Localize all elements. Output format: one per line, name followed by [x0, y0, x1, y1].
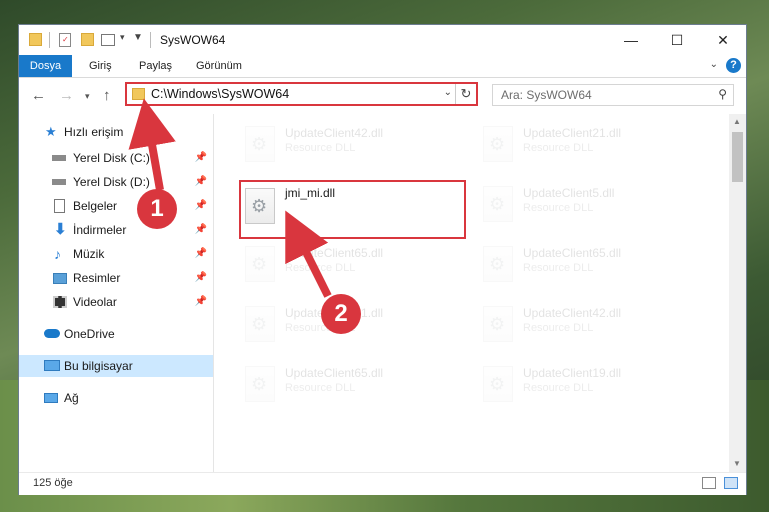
search-placeholder: Ara: SysWOW64: [501, 88, 592, 102]
pin-icon[interactable]: 📌: [195, 171, 207, 193]
dll-file-icon: [245, 246, 275, 282]
customize-quick-access-icon[interactable]: ▾: [120, 32, 125, 48]
pin-icon[interactable]: 📌: [195, 147, 207, 169]
tab-view[interactable]: Görünüm: [196, 55, 242, 77]
details-view-icon[interactable]: [702, 477, 716, 489]
close-button[interactable]: ✕: [700, 25, 746, 55]
sidebar-item-music[interactable]: ♪ Müzik 📌: [19, 243, 213, 265]
list-item[interactable]: UpdateClient19.dll Resource DLL: [477, 358, 707, 408]
dll-file-icon: [245, 126, 275, 162]
download-icon: ⬇: [54, 221, 67, 238]
properties-icon[interactable]: ✓: [59, 33, 71, 47]
sidebar-item-videos[interactable]: Videolar 📌: [19, 291, 213, 313]
step-badge-1: 1: [137, 189, 177, 229]
maximize-button[interactable]: ☐: [654, 25, 700, 55]
scroll-up-icon[interactable]: ▲: [733, 117, 741, 126]
list-item[interactable]: UpdateClient65.dll Resource DLL: [239, 358, 469, 408]
computer-icon: [44, 360, 60, 371]
drive-icon: [52, 179, 66, 185]
up-arrow-icon[interactable]: ↑: [103, 87, 111, 104]
dll-file-icon: [483, 366, 513, 402]
list-item[interactable]: UpdateClient5.dll Resource DLL: [477, 178, 707, 228]
expand-ribbon-icon[interactable]: ⌄: [710, 59, 718, 70]
sidebar-item-this-pc[interactable]: Bu bilgisayar: [19, 355, 213, 377]
document-icon: [54, 199, 65, 213]
refresh-icon[interactable]: ↻: [455, 84, 476, 104]
pin-icon[interactable]: 📌: [195, 219, 207, 241]
back-arrow-icon[interactable]: ←: [31, 87, 46, 104]
tab-file[interactable]: Dosya: [19, 55, 72, 77]
dll-file-icon: [245, 366, 275, 402]
sidebar-item-local-disk-d[interactable]: Yerel Disk (D:) 📌: [19, 171, 213, 193]
list-item[interactable]: UpdateClient42.dll Resource DLL: [239, 118, 469, 168]
ribbon-tabs: Dosya Giriş Paylaş Görünüm ⌄ ?: [19, 55, 746, 78]
dll-file-icon: [483, 306, 513, 342]
window-title: SysWOW64: [160, 33, 226, 47]
pin-icon[interactable]: 📌: [195, 243, 207, 265]
sidebar-item-network[interactable]: Ağ: [19, 387, 213, 409]
dll-file-icon: [483, 186, 513, 222]
video-icon: [53, 296, 67, 308]
divider: [150, 32, 151, 48]
cloud-icon: [44, 329, 60, 338]
recent-locations-icon[interactable]: ▾: [85, 91, 90, 102]
music-icon: ♪: [54, 246, 61, 262]
star-icon: ★: [45, 124, 57, 139]
drive-icon: [52, 155, 66, 161]
list-item[interactable]: UpdateClient21.dll Resource DLL: [477, 118, 707, 168]
sidebar-item-downloads[interactable]: ⬇ İndirmeler 📌: [19, 219, 213, 241]
sidebar-item-onedrive[interactable]: OneDrive: [19, 323, 213, 345]
scroll-down-icon[interactable]: ▼: [733, 459, 741, 468]
folder-icon: [29, 33, 42, 46]
large-icons-view-icon[interactable]: [724, 477, 738, 489]
file-highlight-frame: [239, 180, 466, 239]
file-explorer-window: ✓ ▾ ▼ SysWOW64 — ☐ ✕ Dosya Giriş Paylaş …: [18, 24, 747, 495]
tab-home[interactable]: Giriş: [89, 55, 112, 77]
help-button[interactable]: ?: [726, 58, 741, 73]
chevron-down-icon[interactable]: ⌄: [444, 87, 452, 98]
search-input[interactable]: Ara: SysWOW64 ⚲: [492, 84, 734, 106]
sidebar-item-documents[interactable]: Belgeler 📌: [19, 195, 213, 217]
sidebar-item-pictures[interactable]: Resimler 📌: [19, 267, 213, 289]
pin-icon[interactable]: 📌: [195, 267, 207, 289]
vertical-scrollbar[interactable]: ▲ ▼: [729, 114, 746, 472]
sidebar-item-quick-access[interactable]: ★ Hızlı erişim: [19, 121, 213, 143]
new-folder-icon[interactable]: [81, 33, 94, 46]
sidebar-item-local-disk-c[interactable]: Yerel Disk (C:) 📌: [19, 147, 213, 169]
scrollbar-thumb[interactable]: [732, 132, 743, 182]
list-item[interactable]: UpdateClient65.dll Resource DLL: [477, 238, 707, 288]
network-icon: [44, 393, 58, 403]
minimize-button[interactable]: —: [608, 25, 654, 55]
search-icon[interactable]: ⚲: [718, 87, 727, 101]
dll-file-icon: [483, 246, 513, 282]
address-path[interactable]: C:\Windows\SysWOW64: [151, 87, 289, 101]
divider: [49, 32, 50, 48]
pin-icon[interactable]: 📌: [195, 195, 207, 217]
forward-arrow-icon[interactable]: →: [59, 87, 74, 104]
pin-icon[interactable]: 📌: [195, 291, 207, 313]
list-item[interactable]: UpdateClient42.dll Resource DLL: [477, 298, 707, 348]
list-item[interactable]: UpdateClient65.dll Resource DLL: [239, 238, 469, 288]
navigation-pane: ★ Hızlı erişim Yerel Disk (C:) 📌 Yerel D…: [19, 114, 214, 472]
folder-icon: [132, 88, 145, 100]
status-bar: 125 öğe: [19, 472, 746, 495]
address-bar[interactable]: C:\Windows\SysWOW64 ⌄ ↻: [125, 82, 478, 106]
dll-file-icon: [245, 306, 275, 342]
pictures-icon: [53, 273, 67, 284]
dll-file-icon: [483, 126, 513, 162]
step-badge-2: 2: [321, 294, 361, 334]
chevron-down-icon[interactable]: ▼: [133, 32, 143, 48]
tab-share[interactable]: Paylaş: [139, 55, 172, 77]
title-bar: ✓ ▾ ▼ SysWOW64 — ☐ ✕: [19, 25, 746, 55]
file-list: UpdateClient42.dll Resource DLL UpdateCl…: [215, 114, 729, 472]
view-options-icon[interactable]: [101, 34, 115, 46]
item-count: 125 öğe: [33, 477, 73, 489]
address-row: ← → ▾ ↑ C:\Windows\SysWOW64 ⌄ ↻ Ara: Sys…: [19, 78, 746, 114]
